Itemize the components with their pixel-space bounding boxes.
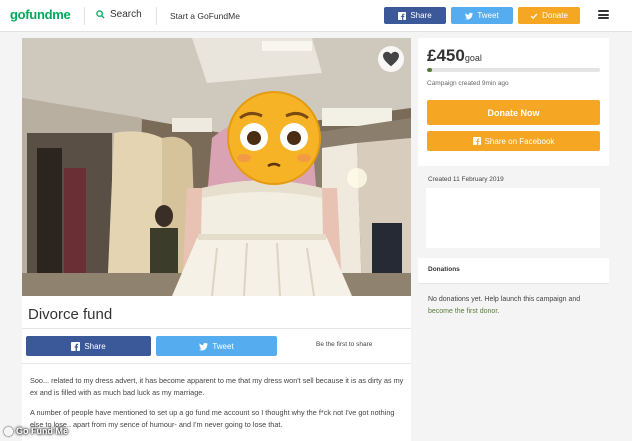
- heart-icon: [383, 51, 399, 67]
- checkmark-icon: [530, 13, 538, 19]
- gofundme-logo[interactable]: gofundme: [10, 7, 71, 22]
- divider: [22, 328, 411, 329]
- campaign-title: Divorce fund: [28, 306, 113, 323]
- twitter-icon: [199, 342, 209, 350]
- goal-amount: £450: [427, 46, 465, 65]
- watermark-text: Go Fund Me: [16, 426, 68, 436]
- story-paragraph: Soo... related to my dress advert, it ha…: [30, 376, 404, 397]
- first-donor-end: .: [497, 308, 500, 315]
- hamburger-menu-icon[interactable]: [598, 10, 609, 19]
- camera-icon: [4, 426, 13, 436]
- campaign-story: Soo... related to my dress advert, it ha…: [30, 375, 408, 439]
- campaign-card: Divorce fund Share Tweet Be the first to…: [22, 38, 411, 441]
- goal-label: goal: [464, 53, 482, 63]
- no-donations-text: No donations yet. Help launch this campa…: [428, 296, 581, 303]
- progress-bar-fill: [427, 68, 433, 72]
- share-on-facebook-label: Share on Facebook: [484, 136, 555, 146]
- search-label: Search: [110, 9, 142, 20]
- twitter-icon: [465, 12, 474, 20]
- divider: [22, 363, 411, 364]
- top-navbar: gofundme Search Start a GoFundMe Share T…: [0, 0, 632, 32]
- goal-display: £450goal: [427, 46, 482, 66]
- nav-divider: [156, 7, 157, 25]
- campaign-photo: [22, 38, 411, 296]
- facebook-icon: [398, 11, 407, 20]
- header-tweet-label: Tweet: [477, 11, 499, 20]
- campaign-tweet-button[interactable]: Tweet: [156, 336, 277, 356]
- goal-card: £450goal Campaign created 9min ago Donat…: [418, 38, 609, 166]
- header-share-label: Share: [410, 11, 432, 20]
- campaign-share-label: Share: [84, 341, 106, 351]
- header-tweet-button[interactable]: Tweet: [451, 7, 513, 24]
- campaign-share-button[interactable]: Share: [26, 336, 151, 356]
- campaign-tweet-label: Tweet: [212, 341, 234, 351]
- no-donations-message: No donations yet. Help launch this campa…: [428, 294, 606, 318]
- header-donate-label: Donate: [542, 11, 568, 20]
- first-donor-link[interactable]: become the first donor: [428, 308, 497, 315]
- donate-now-button[interactable]: Donate Now: [427, 100, 600, 125]
- header-donate-button[interactable]: Donate: [518, 7, 580, 24]
- facebook-icon: [472, 137, 481, 145]
- image-watermark: Go Fund Me: [4, 426, 68, 436]
- share-on-facebook-button[interactable]: Share on Facebook: [427, 131, 600, 151]
- story-paragraph: A number of people have mentioned to set…: [30, 408, 395, 429]
- bridal-shop-photo: [22, 38, 411, 296]
- header-share-button[interactable]: Share: [384, 7, 446, 24]
- start-gofundme-link[interactable]: Start a GoFundMe: [170, 11, 240, 21]
- created-date: Created 11 February 2019: [428, 176, 504, 183]
- progress-bar: [427, 68, 600, 72]
- nav-divider: [84, 7, 85, 25]
- created-ago-text: Campaign created 9min ago: [427, 80, 509, 87]
- divider: [418, 283, 609, 284]
- first-share-text: Be the first to share: [316, 341, 373, 348]
- search-link[interactable]: Search: [96, 9, 142, 20]
- favorite-heart-button[interactable]: [378, 46, 404, 72]
- facebook-icon: [71, 341, 81, 351]
- search-icon: [96, 10, 105, 19]
- donations-heading: Donations: [428, 266, 460, 273]
- organizer-box: [426, 188, 600, 248]
